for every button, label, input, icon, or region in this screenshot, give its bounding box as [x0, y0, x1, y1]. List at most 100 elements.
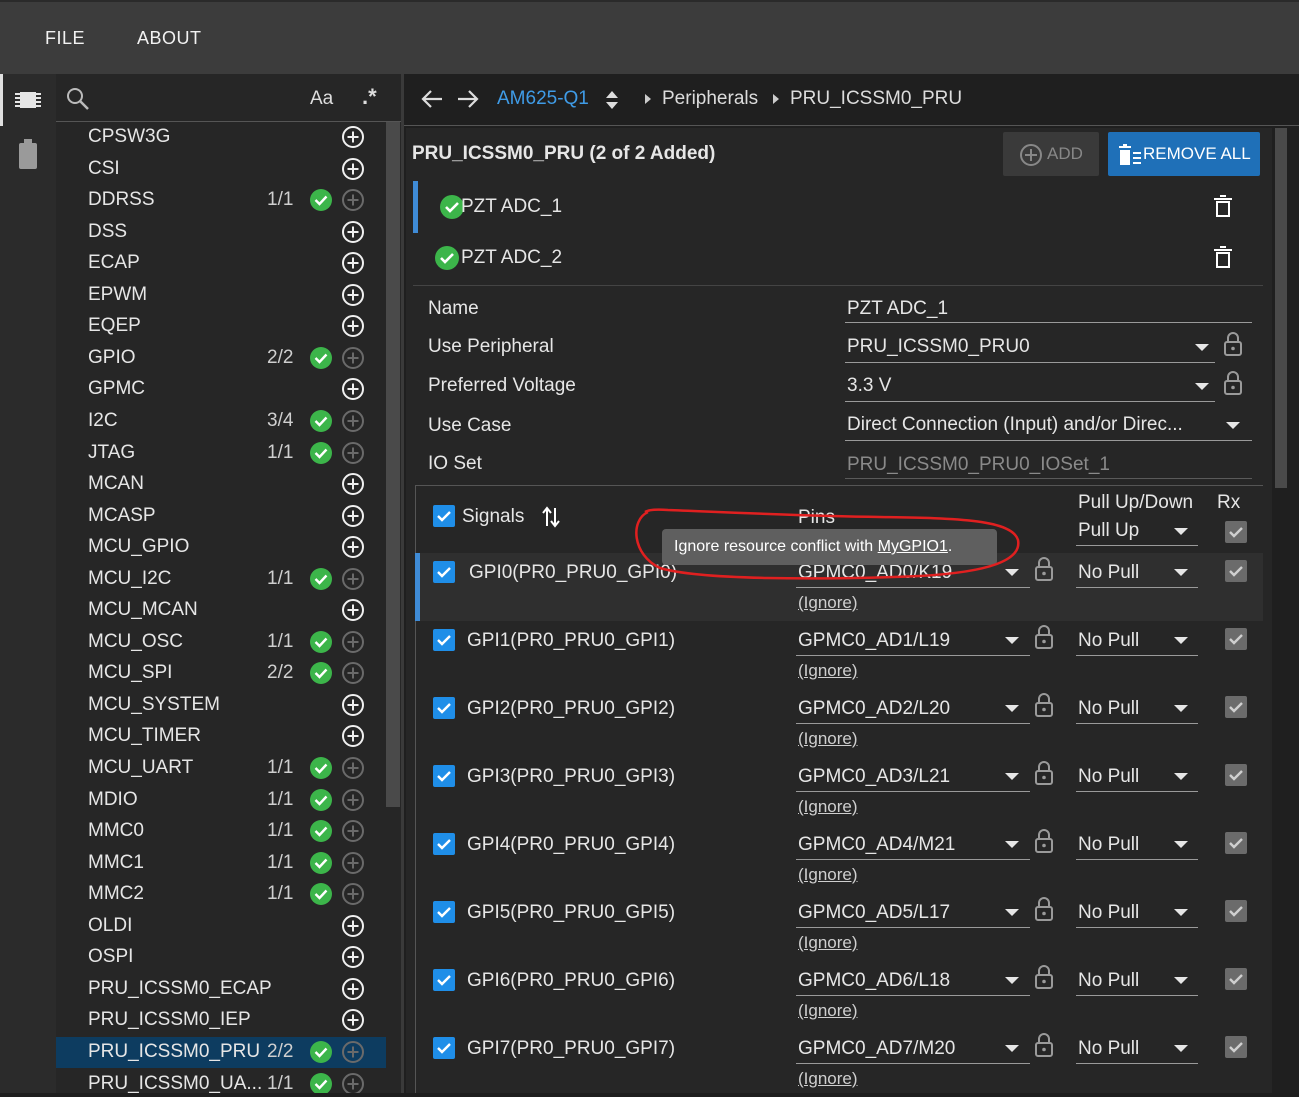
back-arrow-icon[interactable]	[420, 88, 444, 110]
rx-checkbox[interactable]	[1225, 628, 1247, 650]
ignore-link[interactable]: (Ignore)	[798, 1001, 858, 1021]
pin-select[interactable]: GPMC0_AD1/L19	[798, 630, 950, 652]
match-case-toggle[interactable]: Aa	[310, 88, 333, 110]
chevron-down-icon[interactable]	[1174, 1045, 1188, 1052]
chevron-down-icon[interactable]	[1005, 977, 1019, 984]
breadcrumb-device[interactable]: AM625-Q1	[497, 88, 589, 110]
signal-checkbox[interactable]	[433, 1037, 455, 1059]
use-case-select[interactable]: Direct Connection (Input) and/or Direc..…	[847, 414, 1183, 436]
add-circle-icon[interactable]	[341, 125, 365, 149]
sidebar-item[interactable]: JTAG 1/1	[56, 438, 386, 469]
rx-checkbox[interactable]	[1225, 968, 1247, 990]
signal-checkbox[interactable]	[433, 833, 455, 855]
pin-select[interactable]: GPMC0_AD6/L18	[798, 970, 950, 992]
pin-select[interactable]: GPMC0_AD4/M21	[798, 834, 955, 856]
sidebar-item[interactable]: GPMC	[56, 374, 386, 405]
add-circle-icon[interactable]	[341, 788, 365, 812]
chevron-down-icon[interactable]	[1195, 344, 1209, 351]
add-circle-icon[interactable]	[341, 188, 365, 212]
trash-icon[interactable]	[1213, 194, 1233, 218]
add-circle-icon[interactable]	[341, 661, 365, 685]
add-circle-icon[interactable]	[341, 441, 365, 465]
trash-icon[interactable]	[1213, 245, 1233, 269]
lock-icon[interactable]	[1034, 556, 1054, 587]
sort-icon[interactable]	[541, 506, 561, 528]
instance-row[interactable]: PZT ADC_1	[413, 181, 1263, 233]
ignore-link[interactable]: (Ignore)	[798, 797, 858, 817]
chevron-down-icon[interactable]	[1174, 569, 1188, 576]
add-button[interactable]: ADD	[1003, 132, 1099, 176]
add-circle-icon[interactable]	[341, 1040, 365, 1064]
menu-file[interactable]: FILE	[45, 28, 85, 49]
chevron-down-icon[interactable]	[1005, 705, 1019, 712]
chevron-down-icon[interactable]	[1174, 977, 1188, 984]
lock-icon[interactable]	[1034, 760, 1054, 791]
lock-icon[interactable]	[1034, 692, 1054, 723]
signal-checkbox[interactable]	[433, 697, 455, 719]
breadcrumb-section[interactable]: Peripherals	[662, 88, 758, 110]
sidebar-item[interactable]: GPIO 2/2	[56, 343, 386, 374]
rx-all-checkbox[interactable]	[1225, 521, 1247, 543]
add-circle-icon[interactable]	[341, 409, 365, 433]
sidebar-scrollbar[interactable]	[386, 122, 400, 807]
rx-checkbox[interactable]	[1225, 560, 1247, 582]
ignore-link[interactable]: (Ignore)	[798, 661, 858, 681]
add-circle-icon[interactable]	[341, 283, 365, 307]
lock-icon[interactable]	[1034, 828, 1054, 859]
search-input[interactable]	[96, 84, 296, 112]
sidebar-item[interactable]: MCU_OSC 1/1	[56, 627, 386, 658]
sidebar-item[interactable]: MMC0 1/1	[56, 816, 386, 847]
add-circle-icon[interactable]	[341, 1008, 365, 1032]
lock-icon[interactable]	[1034, 624, 1054, 655]
chip-icon[interactable]	[14, 86, 42, 114]
sidebar-item[interactable]: MCU_UART 1/1	[56, 753, 386, 784]
chevron-down-icon[interactable]	[1005, 569, 1019, 576]
chevron-down-icon[interactable]	[1005, 773, 1019, 780]
pull-select[interactable]: No Pull	[1078, 970, 1139, 992]
sidebar-item[interactable]: MCU_MCAN	[56, 595, 386, 626]
pull-select[interactable]: No Pull	[1078, 562, 1139, 584]
add-circle-icon[interactable]	[341, 882, 365, 906]
chevron-down-icon[interactable]	[1174, 528, 1188, 535]
sidebar-item[interactable]: MDIO 1/1	[56, 785, 386, 816]
sidebar-item[interactable]: CSI	[56, 154, 386, 185]
pin-select[interactable]: GPMC0_AD7/M20	[798, 1038, 955, 1060]
rx-checkbox[interactable]	[1225, 1036, 1247, 1058]
tooltip-link[interactable]: MyGPIO1	[878, 538, 948, 555]
add-circle-icon[interactable]	[341, 504, 365, 528]
add-circle-icon[interactable]	[341, 724, 365, 748]
chevron-down-icon[interactable]	[1005, 1045, 1019, 1052]
sidebar-item[interactable]: EPWM	[56, 280, 386, 311]
pull-select[interactable]: No Pull	[1078, 1038, 1139, 1060]
forward-arrow-icon[interactable]	[456, 88, 480, 110]
add-circle-icon[interactable]	[341, 472, 365, 496]
pull-select[interactable]: No Pull	[1078, 766, 1139, 788]
lock-icon[interactable]	[1223, 331, 1243, 357]
signal-checkbox[interactable]	[433, 765, 455, 787]
sidebar-item[interactable]: OLDI	[56, 911, 386, 942]
lock-icon[interactable]	[1034, 896, 1054, 927]
signal-checkbox[interactable]	[433, 629, 455, 651]
pin-select[interactable]: GPMC0_AD5/L17	[798, 902, 950, 924]
pull-select[interactable]: No Pull	[1078, 698, 1139, 720]
menu-about[interactable]: ABOUT	[137, 28, 202, 49]
sidebar-item[interactable]: DDRSS 1/1	[56, 185, 386, 216]
lock-icon[interactable]	[1034, 964, 1054, 995]
add-circle-icon[interactable]	[341, 945, 365, 969]
chevron-down-icon[interactable]	[1174, 705, 1188, 712]
add-circle-icon[interactable]	[341, 220, 365, 244]
name-field[interactable]: PZT ADC_1	[847, 298, 948, 320]
ignore-link[interactable]: (Ignore)	[798, 729, 858, 749]
lock-icon[interactable]	[1034, 1032, 1054, 1063]
chevron-down-icon[interactable]	[1174, 909, 1188, 916]
sidebar-item[interactable]: MCU_TIMER	[56, 721, 386, 752]
pull-updown-all-select[interactable]: Pull Up	[1078, 520, 1139, 542]
chevron-down-icon[interactable]	[1174, 637, 1188, 644]
ignore-link[interactable]: (Ignore)	[798, 593, 858, 613]
signal-checkbox[interactable]	[433, 901, 455, 923]
sidebar-item[interactable]: MMC2 1/1	[56, 879, 386, 910]
pull-select[interactable]: No Pull	[1078, 834, 1139, 856]
instance-row[interactable]: PZT ADC_2	[413, 232, 1263, 284]
sidebar-item[interactable]: MCU_SPI 2/2	[56, 658, 386, 689]
sidebar-item[interactable]: OSPI	[56, 942, 386, 973]
